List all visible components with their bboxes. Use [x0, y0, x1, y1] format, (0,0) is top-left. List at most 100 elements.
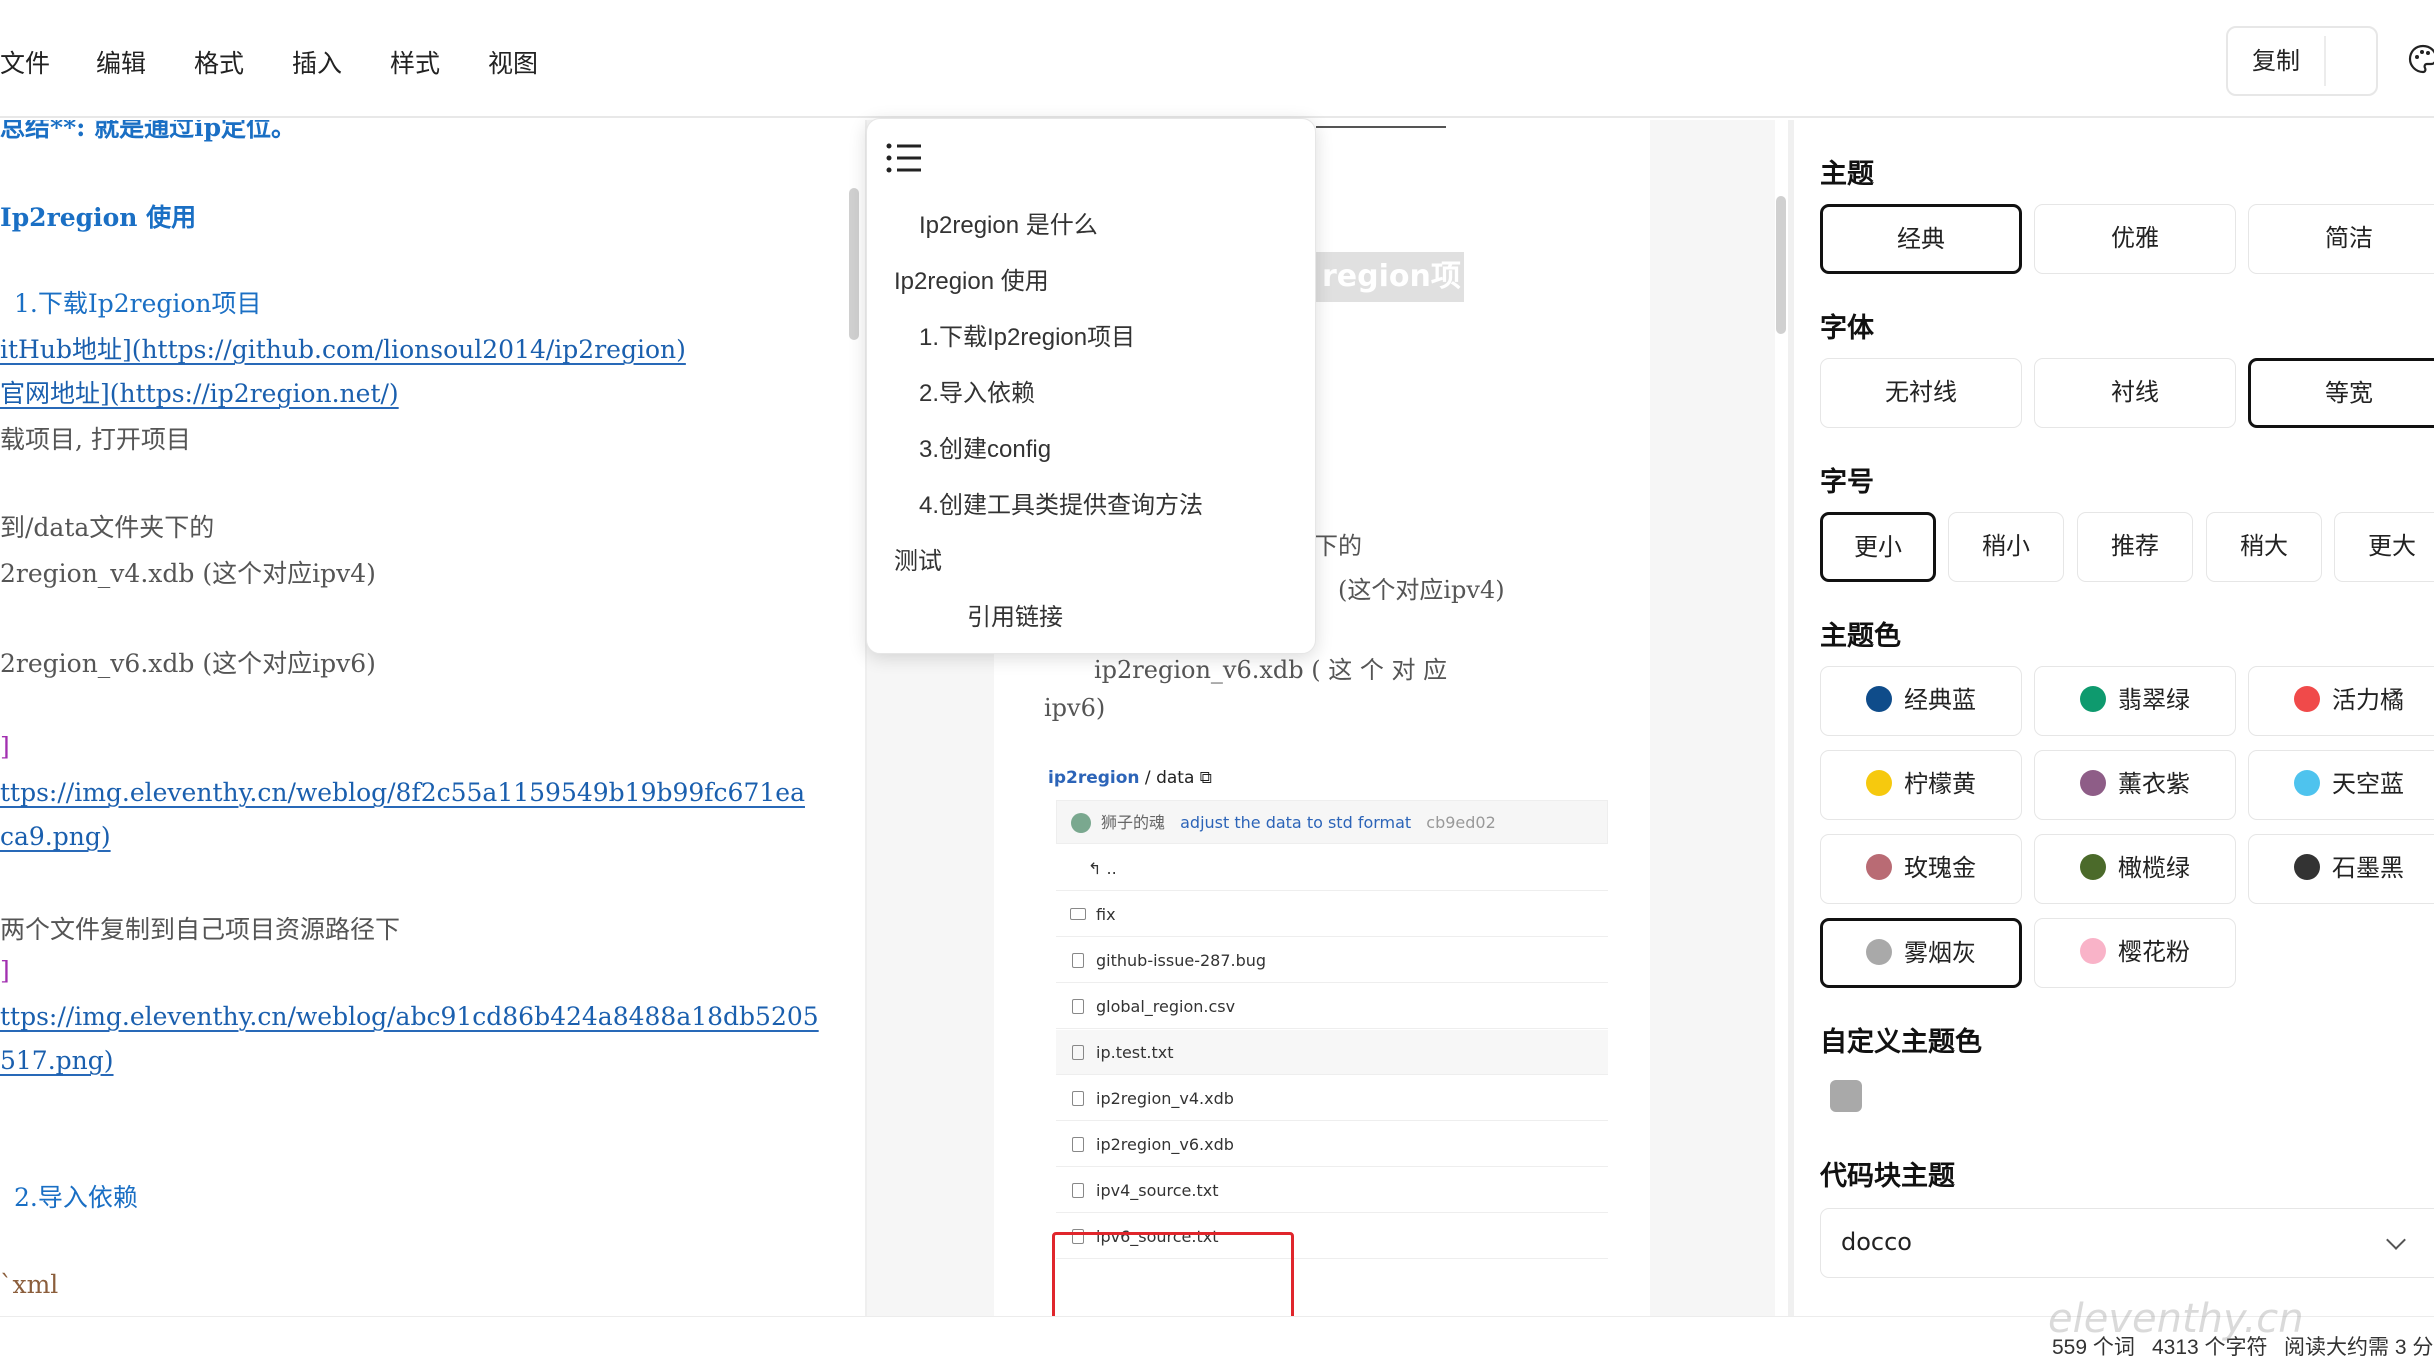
- color-dot: [1866, 854, 1892, 880]
- theme-color-option[interactable]: 雾烟灰: [1820, 918, 2022, 988]
- file-row: github-issue-287.bug: [1056, 938, 1608, 983]
- size-option-smaller[interactable]: 更小: [1820, 512, 1936, 582]
- repo-name: ip2region: [1048, 768, 1140, 788]
- commit-author: 狮子的魂: [1101, 813, 1166, 832]
- commit-sha: cb9ed02: [1426, 813, 1496, 832]
- file-row: ip.test.txt: [1056, 1030, 1608, 1075]
- editor-link-site[interactable]: 官网地址](https://ip2region.net/): [0, 374, 399, 410]
- highlight-box: [1052, 1232, 1294, 1316]
- file-name: ip2region_v6.xdb: [1096, 1135, 1234, 1154]
- theme-color-option[interactable]: 玫瑰金: [1820, 834, 2022, 904]
- theme-color-option[interactable]: 薰衣紫: [2034, 750, 2236, 820]
- color-label: 活力橘: [2332, 686, 2404, 714]
- theme-color-option[interactable]: 天空蓝: [2248, 750, 2434, 820]
- commit-message: adjust the data to std format: [1180, 813, 1412, 832]
- file-icon: [1072, 999, 1084, 1014]
- size-option-large[interactable]: 稍大: [2206, 512, 2322, 582]
- theme-option-elegant[interactable]: 优雅: [2034, 204, 2236, 274]
- editor-link-github[interactable]: itHub地址](https://github.com/lionsoul2014…: [0, 330, 686, 366]
- theme-color-option[interactable]: 樱花粉: [2034, 918, 2236, 988]
- outline-item[interactable]: 测试: [894, 541, 942, 576]
- color-label: 经典蓝: [1904, 686, 1976, 714]
- size-option-small[interactable]: 稍小: [1948, 512, 2064, 582]
- file-row: global_region.csv: [1056, 984, 1608, 1029]
- size-option-larger[interactable]: 更大: [2334, 512, 2434, 582]
- custom-color-swatch[interactable]: [1830, 1080, 1862, 1112]
- menu-edit[interactable]: 编辑: [96, 44, 146, 80]
- outline-item[interactable]: 1.下载Ip2region项目: [919, 317, 1135, 352]
- menu-bar: 文件 编辑 格式 插入 样式 视图 复制: [0, 0, 2434, 118]
- file-icon: [1072, 953, 1084, 968]
- outline-item[interactable]: Ip2region 使用: [894, 261, 1049, 296]
- theme-option-simple[interactable]: 简洁: [2248, 204, 2434, 274]
- theme-color-option[interactable]: 柠檬黄: [1820, 750, 2022, 820]
- preview-line: 下的: [1314, 532, 1362, 560]
- font-option-mono[interactable]: 等宽: [2248, 358, 2434, 428]
- outline-item[interactable]: 引用链接: [967, 597, 1063, 632]
- color-label: 雾烟灰: [1904, 939, 1976, 967]
- color-label: 柠檬黄: [1904, 770, 1976, 798]
- copy-button-group: 复制: [2226, 26, 2378, 96]
- menu-style[interactable]: 样式: [390, 44, 440, 80]
- code-theme-select[interactable]: docco: [1820, 1208, 2434, 1278]
- menu-view[interactable]: 视图: [488, 44, 538, 80]
- preview-scrollbar[interactable]: [1776, 196, 1786, 334]
- outline-popup: Ip2region 是什么 Ip2region 使用 1.下载Ip2region…: [866, 118, 1316, 654]
- file-name: ..: [1106, 859, 1117, 878]
- file-row: ip2region_v6.xdb: [1056, 1122, 1608, 1167]
- theme-color-option[interactable]: 石墨黑: [2248, 834, 2434, 904]
- palette-icon[interactable]: [2408, 44, 2434, 74]
- color-dot: [2080, 854, 2106, 880]
- outline-item[interactable]: Ip2region 是什么: [919, 205, 1098, 240]
- color-dot: [1866, 686, 1892, 712]
- color-label: 天空蓝: [2332, 770, 2404, 798]
- preview-heading: region项目: [1314, 252, 1464, 302]
- file-name: ipv4_source.txt: [1096, 1181, 1219, 1200]
- editor-image-url[interactable]: ttps://img.eleventhy.cn/weblog/8f2c55a11…: [0, 778, 805, 807]
- editor-image-url[interactable]: ttps://img.eleventhy.cn/weblog/abc91cd86…: [0, 1002, 819, 1031]
- editor-subheading: 2.导入依赖: [14, 1183, 138, 1212]
- size-option-default[interactable]: 推荐: [2077, 512, 2193, 582]
- editor-subheading: 1.下载Ip2region项目: [14, 289, 262, 318]
- color-dot: [2080, 686, 2106, 712]
- outline-item[interactable]: 3.创建config: [919, 429, 1051, 464]
- editor-image-url[interactable]: 517.png): [0, 1046, 114, 1075]
- font-title: 字体: [1820, 313, 1874, 344]
- outline-item[interactable]: 2.导入依赖: [919, 373, 1035, 408]
- theme-option-classic[interactable]: 经典: [1820, 204, 2022, 274]
- markdown-editor[interactable]: 总结**: 就是通过ip定位。 Ip2region 使用 1.下载Ip2regi…: [0, 120, 862, 1316]
- size-title: 字号: [1820, 467, 1874, 498]
- preview-line: ip2region_v6.xdb ( 这 个 对 应: [1094, 656, 1448, 684]
- code-theme-value: docco: [1841, 1228, 1912, 1256]
- file-icon: [1072, 1183, 1084, 1198]
- editor-image-url[interactable]: ca9.png): [0, 822, 111, 851]
- theme-color-option[interactable]: 经典蓝: [1820, 666, 2022, 736]
- menu-format[interactable]: 格式: [194, 44, 244, 80]
- theme-color-option[interactable]: 橄榄绿: [2034, 834, 2236, 904]
- editor-line: 总结**: 就是通过ip定位。: [0, 120, 297, 142]
- repo-path: data: [1156, 768, 1195, 788]
- theme-color-option[interactable]: 活力橘: [2248, 666, 2434, 736]
- editor-line: 到/data文件夹下的: [0, 513, 215, 542]
- font-option-serif[interactable]: 衬线: [2034, 358, 2236, 428]
- code-theme-title: 代码块主题: [1820, 1161, 1955, 1192]
- custom-color-title: 自定义主题色: [1820, 1027, 1982, 1058]
- style-settings-panel: 主题 经典 优雅 简洁 字体 无衬线 衬线 等宽 字号 更小 稍小 推荐 稍大 …: [1794, 120, 2434, 1316]
- file-icon: [1072, 1091, 1084, 1106]
- font-option-sans[interactable]: 无衬线: [1820, 358, 2022, 428]
- editor-line: ]: [0, 732, 10, 761]
- menu-insert[interactable]: 插入: [292, 44, 342, 80]
- copy-button[interactable]: 复制: [2228, 28, 2324, 94]
- editor-heading: Ip2region 使用: [0, 203, 197, 232]
- file-row: ↰ ..: [1056, 846, 1608, 891]
- menu-file[interactable]: 文件: [0, 44, 50, 80]
- outline-item[interactable]: 4.创建工具类提供查询方法: [919, 485, 1203, 520]
- preview-line: ipv6): [1044, 694, 1106, 722]
- list-icon[interactable]: [885, 141, 923, 175]
- file-name: fix: [1096, 905, 1116, 924]
- editor-scrollbar[interactable]: [849, 188, 859, 340]
- theme-color-option[interactable]: 翡翠绿: [2034, 666, 2236, 736]
- color-dot: [2294, 854, 2320, 880]
- folder-icon: [1070, 908, 1086, 920]
- commit-bar: 狮子的魂 adjust the data to std format cb9ed…: [1056, 800, 1608, 844]
